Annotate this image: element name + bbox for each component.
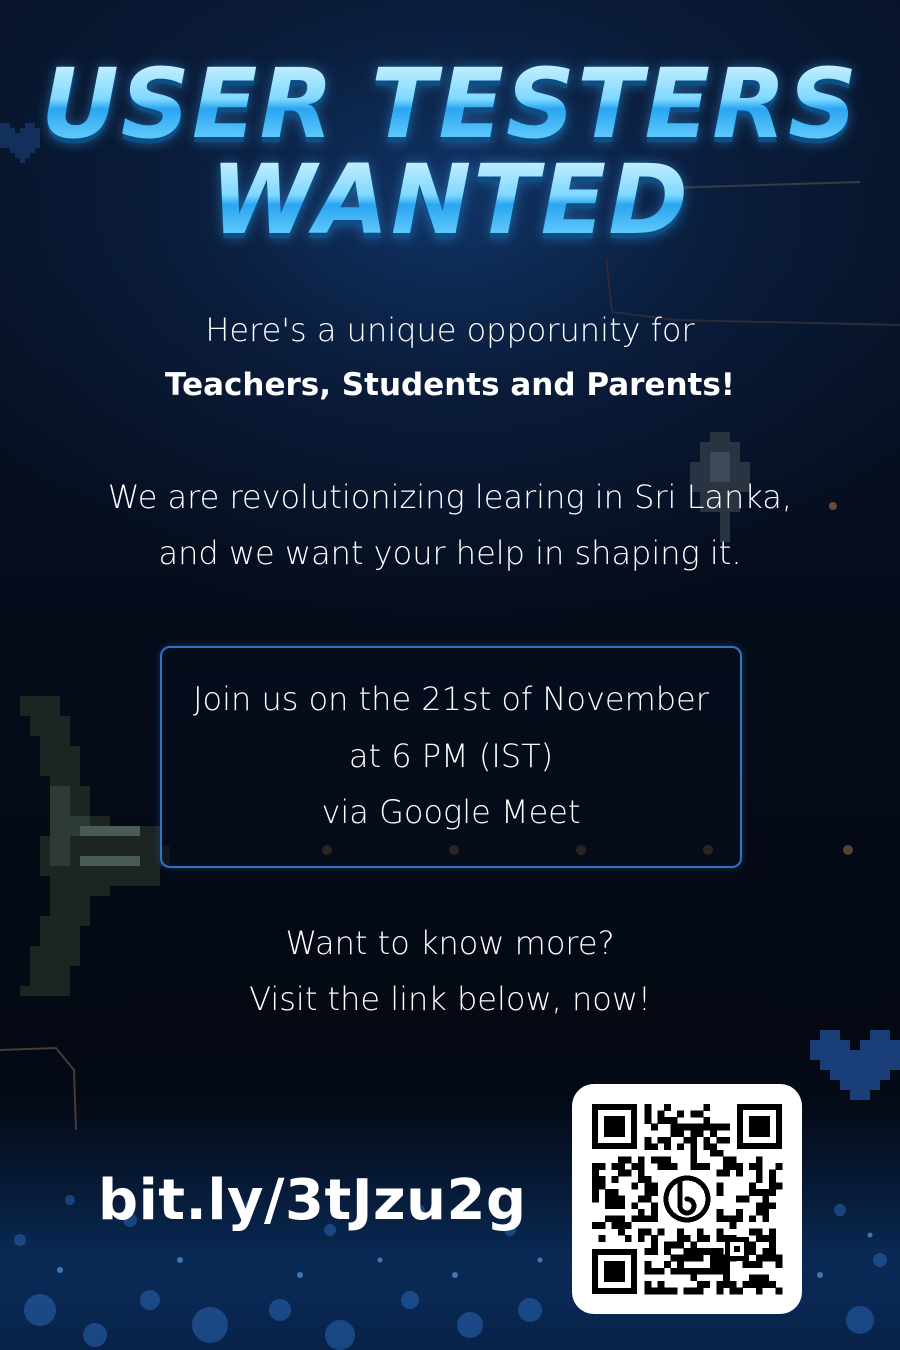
- headline-line-1: USER TESTERS: [0, 54, 900, 154]
- event-time: at 6 PM (IST): [348, 737, 554, 775]
- event-date: Join us on the 21st of November: [193, 680, 709, 718]
- mission-line-1: We are revolutionizing learing in Sri La…: [107, 478, 793, 516]
- more-info-line-1: Want to know more?: [285, 924, 615, 962]
- bitly-logo: [660, 1172, 714, 1226]
- audience-text: Teachers, Students and Parents!: [165, 367, 735, 403]
- event-platform: via Google Meet: [321, 793, 581, 831]
- poster: USER TESTERS WANTED Here's a unique oppo…: [0, 0, 900, 1350]
- event-details-card: Join us on the 21st of November at 6 PM …: [160, 646, 742, 868]
- mission-line-2: and we want your help in shaping it.: [158, 534, 742, 572]
- more-info-line-2: Visit the link below, now!: [249, 980, 651, 1018]
- intro-text: Here's a unique opporunity for: [205, 311, 695, 349]
- qr-code-card[interactable]: [572, 1084, 802, 1314]
- pixel-heart-icon: [810, 1030, 900, 1100]
- short-link[interactable]: bit.ly/3tJzu2g: [98, 1168, 527, 1233]
- headline-line-2: WANTED: [0, 150, 900, 250]
- qr-code[interactable]: [572, 1084, 802, 1314]
